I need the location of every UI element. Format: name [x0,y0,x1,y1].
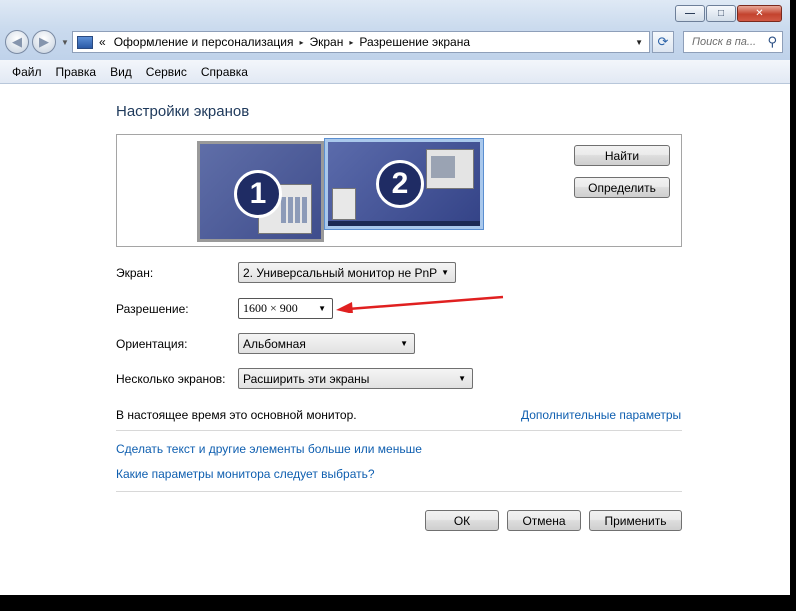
find-button[interactable]: Найти [574,145,670,166]
back-arrow-icon: ◀ [12,34,22,49]
forward-button[interactable]: ▶ [32,30,56,54]
breadcrumb-overflow[interactable]: « [99,35,106,49]
refresh-button[interactable]: ⟳ [652,31,674,53]
multiple-displays-select[interactable]: Расширить эти экраны ▼ [238,368,473,389]
apply-button[interactable]: Применить [589,510,682,531]
title-bar: — □ ✕ ◀ ▶ ▼ « Оформление и персонализаци… [0,0,790,60]
orientation-select[interactable]: Альбомная ▼ [238,333,415,354]
close-button[interactable]: ✕ [737,5,782,22]
minimize-button[interactable]: — [675,5,705,22]
multiple-displays-select-value: Расширить эти экраны [243,371,370,386]
search-input[interactable] [690,35,764,49]
menu-file[interactable]: Файл [5,65,49,79]
chevron-down-icon: ▼ [318,304,326,313]
recent-pages-dropdown-icon[interactable]: ▼ [61,38,69,47]
ok-button[interactable]: ОК [425,510,499,531]
window-thumbnail-icon [332,188,356,220]
menu-help[interactable]: Справка [194,65,255,79]
identify-button[interactable]: Определить [574,177,670,198]
monitor-preview: 1 2 Найти Определить [116,134,682,247]
advanced-settings-link[interactable]: Дополнительные параметры [521,408,681,422]
annotation-arrow [336,295,504,313]
resolution-label: Разрешение: [116,302,189,316]
display-label: Экран: [116,266,154,280]
back-button[interactable]: ◀ [5,30,29,54]
display-settings-window: — □ ✕ ◀ ▶ ▼ « Оформление и персонализаци… [0,0,790,595]
monitor-2[interactable]: 2 [324,138,484,230]
caption-buttons: — □ ✕ [674,5,782,22]
breadcrumb-item-display[interactable]: Экран [309,35,343,49]
resolution-select-value: 1600 × 900 [243,301,298,315]
taskbar-thumbnail [328,221,480,226]
search-box[interactable]: ⚲ [683,31,783,53]
menu-view[interactable]: Вид [103,65,139,79]
divider [116,491,682,492]
monitor-1-badge: 1 [234,170,282,218]
chevron-down-icon: ▼ [458,374,466,383]
control-panel-icon [77,35,93,49]
orientation-select-value: Альбомная [243,336,306,351]
window-thumbnail-icon [426,149,474,189]
monitor-help-link[interactable]: Какие параметры монитора следует выбрать… [116,467,375,481]
primary-monitor-status: В настоящее время это основной монитор. [116,408,357,422]
screen-edge [790,0,796,611]
main-content: Настройки экранов 1 2 Найти Определить Э… [0,84,790,595]
menu-bar: Файл Правка Вид Сервис Справка [0,60,790,84]
chevron-down-icon: ▼ [400,339,408,348]
cancel-button[interactable]: Отмена [507,510,581,531]
breadcrumb-item-resolution[interactable]: Разрешение экрана [359,35,470,49]
maximize-icon: □ [717,8,725,19]
chevron-down-icon: ▼ [441,268,449,277]
orientation-label: Ориентация: [116,337,188,351]
monitor-1[interactable]: 1 [197,141,324,242]
resolution-select[interactable]: 1600 × 900 ▼ [238,298,333,319]
close-icon: ✕ [755,8,764,19]
breadcrumb-item-appearance[interactable]: Оформление и персонализация [114,35,294,49]
breadcrumb-chevron-icon[interactable]: ▸ [349,38,353,47]
monitor-2-badge: 2 [376,160,424,208]
menu-tools[interactable]: Сервис [139,65,194,79]
display-select-value: 2. Универсальный монитор не PnP [243,265,438,280]
display-select[interactable]: 2. Универсальный монитор не PnP ▼ [238,262,456,283]
minimize-icon: — [685,8,695,19]
maximize-button[interactable]: □ [706,5,736,22]
refresh-icon: ⟳ [657,34,669,49]
breadcrumb-chevron-icon[interactable]: ▸ [299,38,303,47]
menu-edit[interactable]: Правка [49,65,104,79]
multiple-displays-label: Несколько экранов: [116,372,226,386]
search-icon[interactable]: ⚲ [767,34,777,50]
page-title: Настройки экранов [116,103,250,120]
address-dropdown-icon[interactable]: ▼ [635,38,643,47]
address-bar[interactable]: « Оформление и персонализация ▸ Экран ▸ … [72,31,650,53]
forward-arrow-icon: ▶ [39,34,49,49]
divider [116,430,682,431]
text-size-link[interactable]: Сделать текст и другие элементы больше и… [116,442,422,456]
